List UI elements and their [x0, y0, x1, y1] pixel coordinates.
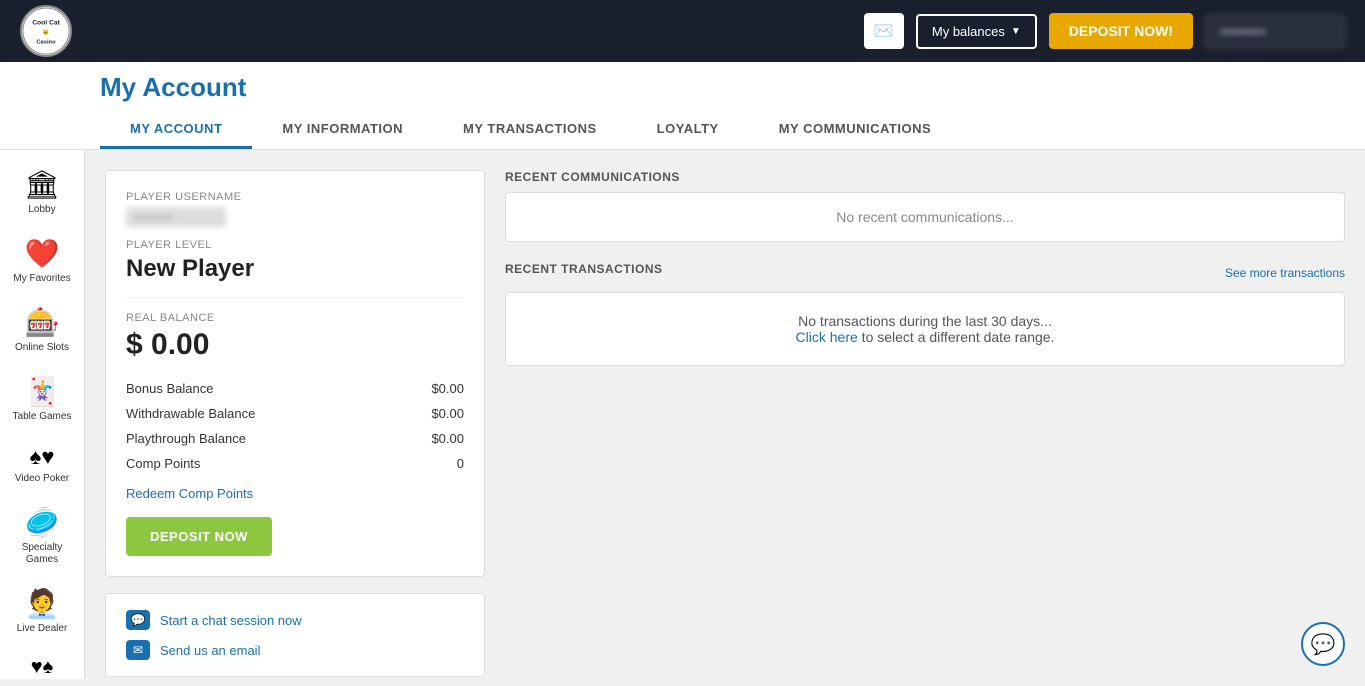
withdrawable-balance-value: $0.00	[431, 406, 464, 421]
tab-my-account[interactable]: MY ACCOUNT	[100, 111, 252, 149]
recent-communications-title: RECENT COMMUNICATIONS	[505, 170, 1345, 184]
sidebar-item-live-dealer[interactable]: 🧑‍💼 Live Dealer	[0, 579, 84, 643]
playthrough-balance-label: Playthrough Balance	[126, 431, 246, 446]
tab-my-information[interactable]: MY INFORMATION	[252, 111, 433, 149]
main-layout: 🏛 Lobby ❤️ My Favorites 🎰 Online Slots 🃏…	[0, 150, 1365, 679]
sidebar-item-specialty-games[interactable]: 🥏 Specialty Games	[0, 498, 84, 574]
account-card: PLAYER USERNAME •••••••• PLAYER LEVEL Ne…	[105, 170, 485, 577]
player-username-label: PLAYER USERNAME	[126, 191, 464, 203]
recent-transactions-box: No transactions during the last 30 days.…	[505, 292, 1345, 366]
chat-bubble[interactable]: 💬	[1301, 622, 1345, 666]
logo: Cool Cat 🐱 Casino	[20, 5, 72, 57]
sidebar-item-all-games[interactable]: ♥♠ All Games	[0, 648, 84, 679]
sidebar-item-label-video-poker: Video Poker	[15, 473, 69, 485]
chevron-down-icon: ▼	[1011, 26, 1021, 37]
email-link-label: Send us an email	[160, 643, 260, 658]
content-area: PLAYER USERNAME •••••••• PLAYER LEVEL Ne…	[85, 150, 1365, 679]
deposit-now-button[interactable]: DEPOSIT NOW	[126, 517, 272, 556]
chat-link-label: Start a chat session now	[160, 613, 302, 628]
header-right: ✉️ My balances ▼ DEPOSIT NOW! ••••••••••	[864, 13, 1345, 49]
username-display: ••••••••••	[1205, 15, 1345, 48]
recent-transactions-header: RECENT TRANSACTIONS See more transaction…	[505, 262, 1345, 284]
email-icon: ✉	[126, 640, 150, 660]
recent-transactions-title: RECENT TRANSACTIONS	[505, 262, 663, 276]
tab-my-transactions[interactable]: MY TRANSACTIONS	[433, 111, 627, 149]
bonus-balance-value: $0.00	[431, 381, 464, 396]
sidebar-item-label-table-games: Table Games	[13, 411, 72, 423]
recent-communications-box: No recent communications...	[505, 192, 1345, 242]
mail-icon: ✉️	[874, 21, 894, 41]
tab-my-communications[interactable]: MY COMMUNICATIONS	[749, 111, 961, 149]
chat-link[interactable]: 💬 Start a chat session now	[126, 610, 464, 630]
real-balance-value: $ 0.00	[126, 328, 464, 362]
left-panel: PLAYER USERNAME •••••••• PLAYER LEVEL Ne…	[105, 170, 485, 659]
sidebar-item-label-live-dealer: Live Dealer	[17, 623, 68, 635]
tab-loyalty[interactable]: LOYALTY	[627, 111, 749, 149]
video-poker-icon: ♠♥	[30, 444, 55, 470]
sidebar-item-my-favorites[interactable]: ❤️ My Favorites	[0, 229, 84, 293]
sidebar: 🏛 Lobby ❤️ My Favorites 🎰 Online Slots 🃏…	[0, 150, 85, 679]
deposit-now-header-button[interactable]: DEPOSIT NOW!	[1049, 13, 1193, 49]
sidebar-item-label-specialty-games: Specialty Games	[5, 542, 79, 566]
my-balances-label: My balances	[932, 24, 1005, 39]
my-balances-button[interactable]: My balances ▼	[916, 14, 1037, 49]
email-link[interactable]: ✉ Send us an email	[126, 640, 464, 660]
svg-text:🐱: 🐱	[42, 28, 49, 36]
sidebar-item-video-poker[interactable]: ♠♥ Video Poker	[0, 436, 84, 493]
svg-text:Casino: Casino	[36, 39, 56, 45]
select-date-text: to select a different date range.	[858, 329, 1055, 345]
sidebar-item-label-lobby: Lobby	[28, 204, 55, 216]
comp-points-row: Comp Points 0	[126, 451, 464, 476]
sidebar-item-label-favorites: My Favorites	[13, 273, 70, 285]
live-dealer-icon: 🧑‍💼	[25, 587, 60, 620]
recent-communications-empty: No recent communications...	[836, 209, 1013, 225]
transactions-empty-message: No transactions during the last 30 days.…	[526, 313, 1324, 345]
chat-bubble-icon: 💬	[1311, 632, 1336, 657]
withdrawable-balance-label: Withdrawable Balance	[126, 406, 255, 421]
slots-icon: 🎰	[25, 306, 60, 339]
tabs: MY ACCOUNT MY INFORMATION MY TRANSACTION…	[100, 111, 1345, 149]
lobby-icon: 🏛	[24, 168, 60, 201]
see-more-transactions-link[interactable]: See more transactions	[1225, 266, 1345, 280]
page-title: My Account	[100, 72, 1345, 103]
mail-icon-wrap[interactable]: ✉️	[864, 13, 904, 49]
player-level-label: PLAYER LEVEL	[126, 239, 464, 251]
player-level-value: New Player	[126, 255, 464, 298]
all-games-icon: ♥♠	[31, 656, 54, 679]
withdrawable-balance-row: Withdrawable Balance $0.00	[126, 401, 464, 426]
support-card: 💬 Start a chat session now ✉ Send us an …	[105, 593, 485, 677]
page-title-bar: My Account MY ACCOUNT MY INFORMATION MY …	[0, 62, 1365, 150]
logo-image: Cool Cat 🐱 Casino	[20, 5, 72, 57]
real-balance-label: REAL BALANCE	[126, 312, 464, 324]
sidebar-item-table-games[interactable]: 🃏 Table Games	[0, 367, 84, 431]
header: Cool Cat 🐱 Casino ✉️ My balances ▼ DEPOS…	[0, 0, 1365, 62]
comp-points-value: 0	[457, 456, 464, 471]
redeem-comp-points-link[interactable]: Redeem Comp Points	[126, 486, 464, 501]
playthrough-balance-row: Playthrough Balance $0.00	[126, 426, 464, 451]
comp-points-label: Comp Points	[126, 456, 200, 471]
no-transactions-text: No transactions during the last 30 days.…	[798, 313, 1052, 329]
chat-icon: 💬	[126, 610, 150, 630]
playthrough-balance-value: $0.00	[431, 431, 464, 446]
bonus-balance-row: Bonus Balance $0.00	[126, 376, 464, 401]
svg-text:Cool Cat: Cool Cat	[32, 19, 60, 26]
player-username-value: ••••••••	[126, 207, 226, 227]
table-games-icon: 🃏	[25, 375, 60, 408]
sidebar-item-lobby[interactable]: 🏛 Lobby	[0, 160, 84, 224]
sidebar-item-online-slots[interactable]: 🎰 Online Slots	[0, 298, 84, 362]
right-panel: RECENT COMMUNICATIONS No recent communic…	[505, 170, 1345, 659]
specialty-games-icon: 🥏	[25, 506, 60, 539]
sidebar-item-label-slots: Online Slots	[15, 342, 69, 354]
bonus-balance-label: Bonus Balance	[126, 381, 213, 396]
favorites-icon: ❤️	[25, 237, 60, 270]
click-here-link[interactable]: Click here	[796, 329, 858, 345]
